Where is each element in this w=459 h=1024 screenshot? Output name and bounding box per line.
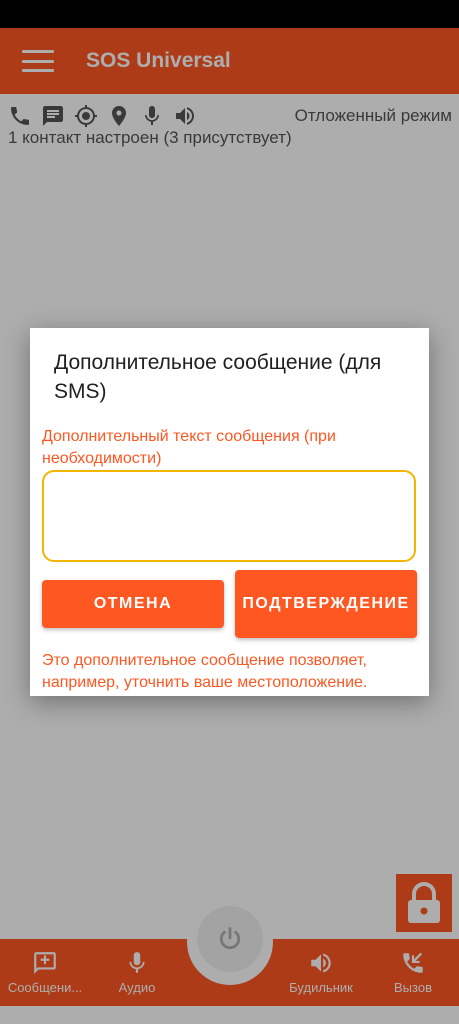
dialog-hint: Это дополнительное сообщение позволяет, … (42, 652, 368, 691)
message-field-label: Дополнительный текст сообщения (при необ… (42, 428, 336, 467)
additional-message-dialog: Дополнительное сообщение (для SMS) Допол… (30, 328, 429, 696)
dialog-title: Дополнительное сообщение (для SMS) (54, 351, 382, 403)
confirm-button[interactable]: ПОДТВЕРЖДЕНИЕ (235, 570, 417, 638)
additional-message-input[interactable] (42, 470, 416, 562)
cancel-button[interactable]: ОТМЕНА (42, 580, 224, 628)
